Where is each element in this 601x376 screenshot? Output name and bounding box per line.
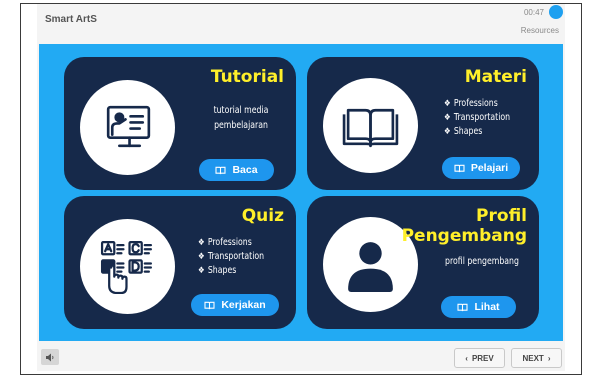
materi-title: Materi [464,67,527,87]
materi-card: Materi ❖ Professions ❖ Transportation ❖ Sha… [307,57,539,190]
tutorial-description: tutorial media pembelajaran [204,103,278,133]
list-item: ❖ Transportation [444,111,510,125]
diamond-bullet-icon: ❖ [198,238,205,248]
chevron-right-icon: › [547,353,551,363]
kerjakan-button[interactable]: Kerjakan [191,294,279,316]
list-item: ❖ Professions [198,236,264,250]
bottom-bar: ‹ PREV NEXT › [37,341,565,371]
lihat-button[interactable]: Lihat [441,296,516,318]
profil-title-line: Pengembang [401,226,527,246]
tutorial-title: Tutorial [210,67,284,87]
quiz-topic-list: ❖ Professions ❖ Transportation ❖ Shapes [198,236,264,278]
materi-icon-circle [323,78,418,173]
profil-card: Profil Pengembang profil pengembang Liha… [307,196,539,329]
kerjakan-button-label: Kerjakan [221,299,266,311]
next-button[interactable]: NEXT › [511,348,562,368]
profil-title: Profil Pengembang [402,206,527,246]
pelajari-button[interactable]: Pelajari [442,157,520,179]
pelajari-button-label: Pelajari [470,162,509,174]
profil-description: profil pengembang [445,256,519,267]
app-title: Smart ArtS [45,14,97,25]
list-item-label: Transportation [207,251,265,262]
diamond-bullet-icon: ❖ [444,99,451,109]
speaker-icon [46,353,54,361]
profil-title-line: Profil [476,206,527,226]
list-item-label: Shapes [453,126,483,137]
diamond-bullet-icon: ❖ [198,266,205,276]
book-icon [204,301,215,309]
book-icon [215,166,226,174]
tutorial-description-line: pembelajaran [214,120,268,131]
book-icon [457,303,468,311]
user-icon [348,242,393,292]
top-bar: Smart ArtS 00:47 Resources [37,4,565,44]
timer-indicator-icon [549,5,563,19]
lihat-button-label: Lihat [474,301,500,313]
list-item: ❖ Shapes [444,125,510,139]
baca-button[interactable]: Baca [199,159,274,181]
tutorial-description-line: tutorial media [213,105,269,116]
baca-button-label: Baca [232,164,258,176]
list-item: ❖ Shapes [198,264,264,278]
list-item-label: Professions [453,98,498,109]
chevron-left-icon: ‹ [465,353,468,363]
teacher-presentation-icon [106,105,151,148]
list-item: ❖ Professions [444,97,510,111]
prev-button-label: PREV [471,353,494,363]
audio-toggle-button[interactable] [41,349,59,365]
list-item: ❖ Transportation [198,250,264,264]
quiz-title: Quiz [241,206,284,226]
course-player: Smart ArtS 00:47 Resources Tutorial tuto… [37,4,565,371]
quiz-choice-icon [100,240,153,295]
diamond-bullet-icon: ❖ [198,252,205,262]
materi-topic-list: ❖ Professions ❖ Transportation ❖ Shapes [444,97,510,139]
tutorial-card: Tutorial tutorial media pembelajaran Bac… [64,57,296,190]
book-icon [454,164,465,172]
slide-stage: Tutorial tutorial media pembelajaran Bac… [39,44,563,341]
open-book-icon [342,108,399,148]
list-item-label: Shapes [207,265,237,276]
resources-link[interactable]: Resources [521,26,559,35]
tutorial-icon-circle [80,80,175,175]
list-item-label: Transportation [453,112,511,123]
quiz-icon-circle [80,219,175,314]
list-item-label: Professions [207,237,252,248]
quiz-card: Quiz ❖ Professions ❖ Transportation ❖ Shape… [64,196,296,329]
diamond-bullet-icon: ❖ [444,113,451,123]
next-button-label: NEXT [522,353,544,363]
diamond-bullet-icon: ❖ [444,127,451,137]
prev-button[interactable]: ‹ PREV [454,348,505,368]
timer-text: 00:47 [523,8,544,17]
